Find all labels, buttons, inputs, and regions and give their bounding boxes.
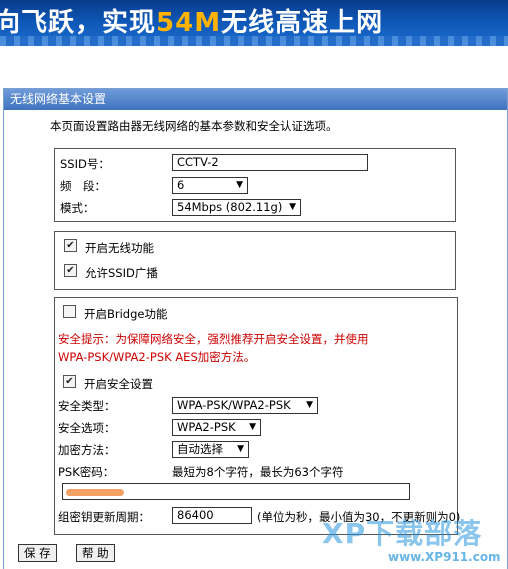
psk-hint: 最短为8个字符，最长为63个字符	[172, 465, 344, 479]
encryption-label: 加密方法：	[58, 443, 116, 457]
top-banner: 向飞跃，实现54M无线高速上网	[0, 0, 508, 46]
save-button[interactable]: 保 存	[18, 544, 57, 562]
help-button[interactable]: 帮 助	[76, 544, 115, 562]
panel-title: 无线网络基本设置	[4, 89, 507, 110]
mode-label: 模式：	[60, 201, 95, 215]
enable-wireless-checkbox[interactable]	[64, 239, 77, 252]
watermark-url: www.XP911.com	[388, 550, 501, 564]
watermark-brand: XP下载部落	[322, 517, 483, 550]
security-type-select[interactable]: WPA-PSK/WPA2-PSK ▼	[172, 397, 318, 414]
ssid-label: SSID号：	[60, 157, 110, 171]
security-warning-line2: WPA-PSK/WPA2-PSK AES加密方法。	[58, 350, 256, 364]
banner-slogan-highlight: 54M	[156, 8, 222, 38]
bridge-checkbox[interactable]	[63, 305, 76, 318]
dropdown-arrow-icon: ▼	[236, 180, 243, 190]
rekey-label: 组密钥更新周期：	[58, 510, 150, 524]
dropdown-arrow-icon: ▼	[249, 422, 256, 432]
bridge-label: 开启Bridge功能	[84, 307, 168, 321]
channel-label: 频 段：	[60, 179, 106, 193]
ssid-broadcast-checkbox[interactable]	[64, 264, 77, 277]
dropdown-arrow-icon: ▼	[306, 400, 313, 410]
dropdown-arrow-icon: ▼	[289, 202, 296, 212]
channel-select[interactable]: 6 ▼	[172, 177, 248, 194]
rekey-period-input[interactable]: 86400	[172, 507, 252, 524]
security-option-label: 安全选项：	[58, 421, 116, 435]
ssid-broadcast-label: 允许SSID广播	[85, 266, 158, 280]
panel-intro: 本页面设置路由器无线网络的基本参数和安全认证选项。	[50, 119, 338, 133]
enable-security-label: 开启安全设置	[84, 377, 153, 391]
mode-select[interactable]: 54Mbps (802.11g) ▼	[172, 199, 301, 216]
psk-password-input[interactable]	[62, 483, 410, 500]
security-warning-line1: 安全提示：为保障网络安全，强烈推荐开启安全设置，并使用	[58, 332, 369, 346]
dropdown-arrow-icon: ▼	[237, 444, 244, 454]
encryption-select[interactable]: 自动选择 ▼	[172, 441, 249, 458]
psk-label: PSK密码：	[58, 465, 115, 479]
enable-security-checkbox[interactable]	[63, 375, 76, 388]
ssid-input[interactable]: CCTV-2	[172, 154, 368, 171]
security-type-label: 安全类型：	[58, 399, 116, 413]
banner-wave-decoration	[0, 36, 508, 46]
site-watermark: XP下载部落 www.XP911.com	[318, 510, 508, 568]
redaction-mark	[66, 489, 124, 496]
security-option-select[interactable]: WPA2-PSK ▼	[172, 419, 261, 436]
enable-wireless-label: 开启无线功能	[85, 241, 154, 255]
banner-slogan: 向飞跃，实现54M无线高速上网	[0, 8, 384, 38]
